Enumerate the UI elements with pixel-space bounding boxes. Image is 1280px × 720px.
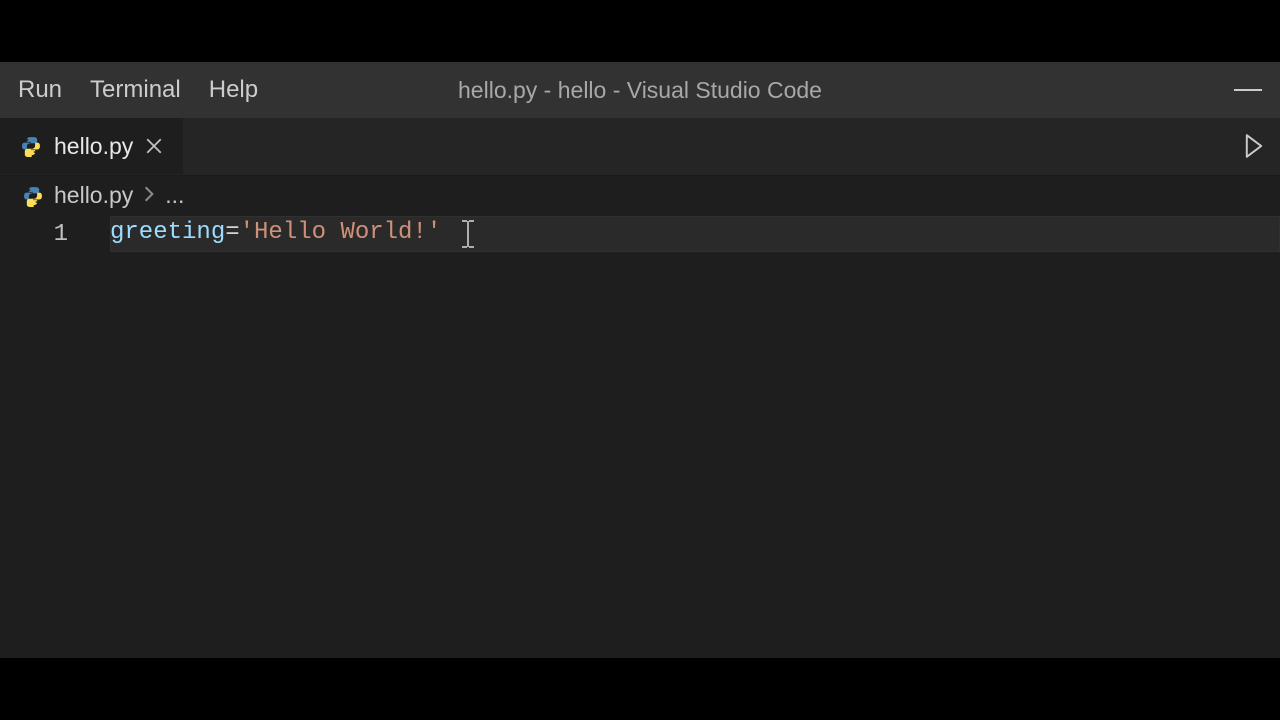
run-button[interactable] (1228, 118, 1280, 174)
title-bar: Run Terminal Help hello.py - hello - Vis… (0, 62, 1280, 118)
tab-bar-filler (184, 118, 1228, 174)
tab-hello-py[interactable]: hello.py (0, 118, 184, 174)
token-string: 'Hello World!' (240, 219, 442, 249)
minimize-icon[interactable] (1234, 89, 1262, 91)
breadcrumb-file[interactable]: hello.py (54, 182, 133, 209)
text-cursor-icon (459, 219, 477, 249)
menu-run[interactable]: Run (18, 76, 62, 104)
python-icon (22, 185, 44, 207)
chevron-right-icon (143, 182, 155, 209)
close-icon[interactable] (145, 137, 163, 155)
window-controls (1234, 62, 1262, 118)
menu-bar: Run Terminal Help (18, 76, 258, 104)
menu-terminal[interactable]: Terminal (90, 76, 181, 104)
code-content[interactable]: greeting = 'Hello World!' (110, 219, 477, 249)
token-operator: = (225, 219, 239, 249)
menu-help[interactable]: Help (209, 76, 258, 104)
line-number: 1 (0, 221, 110, 248)
token-variable: greeting (110, 219, 225, 249)
app-window: Run Terminal Help hello.py - hello - Vis… (0, 62, 1280, 658)
python-icon (20, 135, 42, 157)
breadcrumb-ellipsis[interactable]: ... (165, 182, 184, 209)
breadcrumb-bar: hello.py ... (0, 174, 1280, 216)
editor-area[interactable]: 1 greeting = 'Hello World!' (0, 216, 1280, 658)
tab-bar: hello.py (0, 118, 1280, 174)
tab-label: hello.py (54, 133, 133, 160)
code-line-1[interactable]: 1 greeting = 'Hello World!' (0, 216, 1280, 252)
